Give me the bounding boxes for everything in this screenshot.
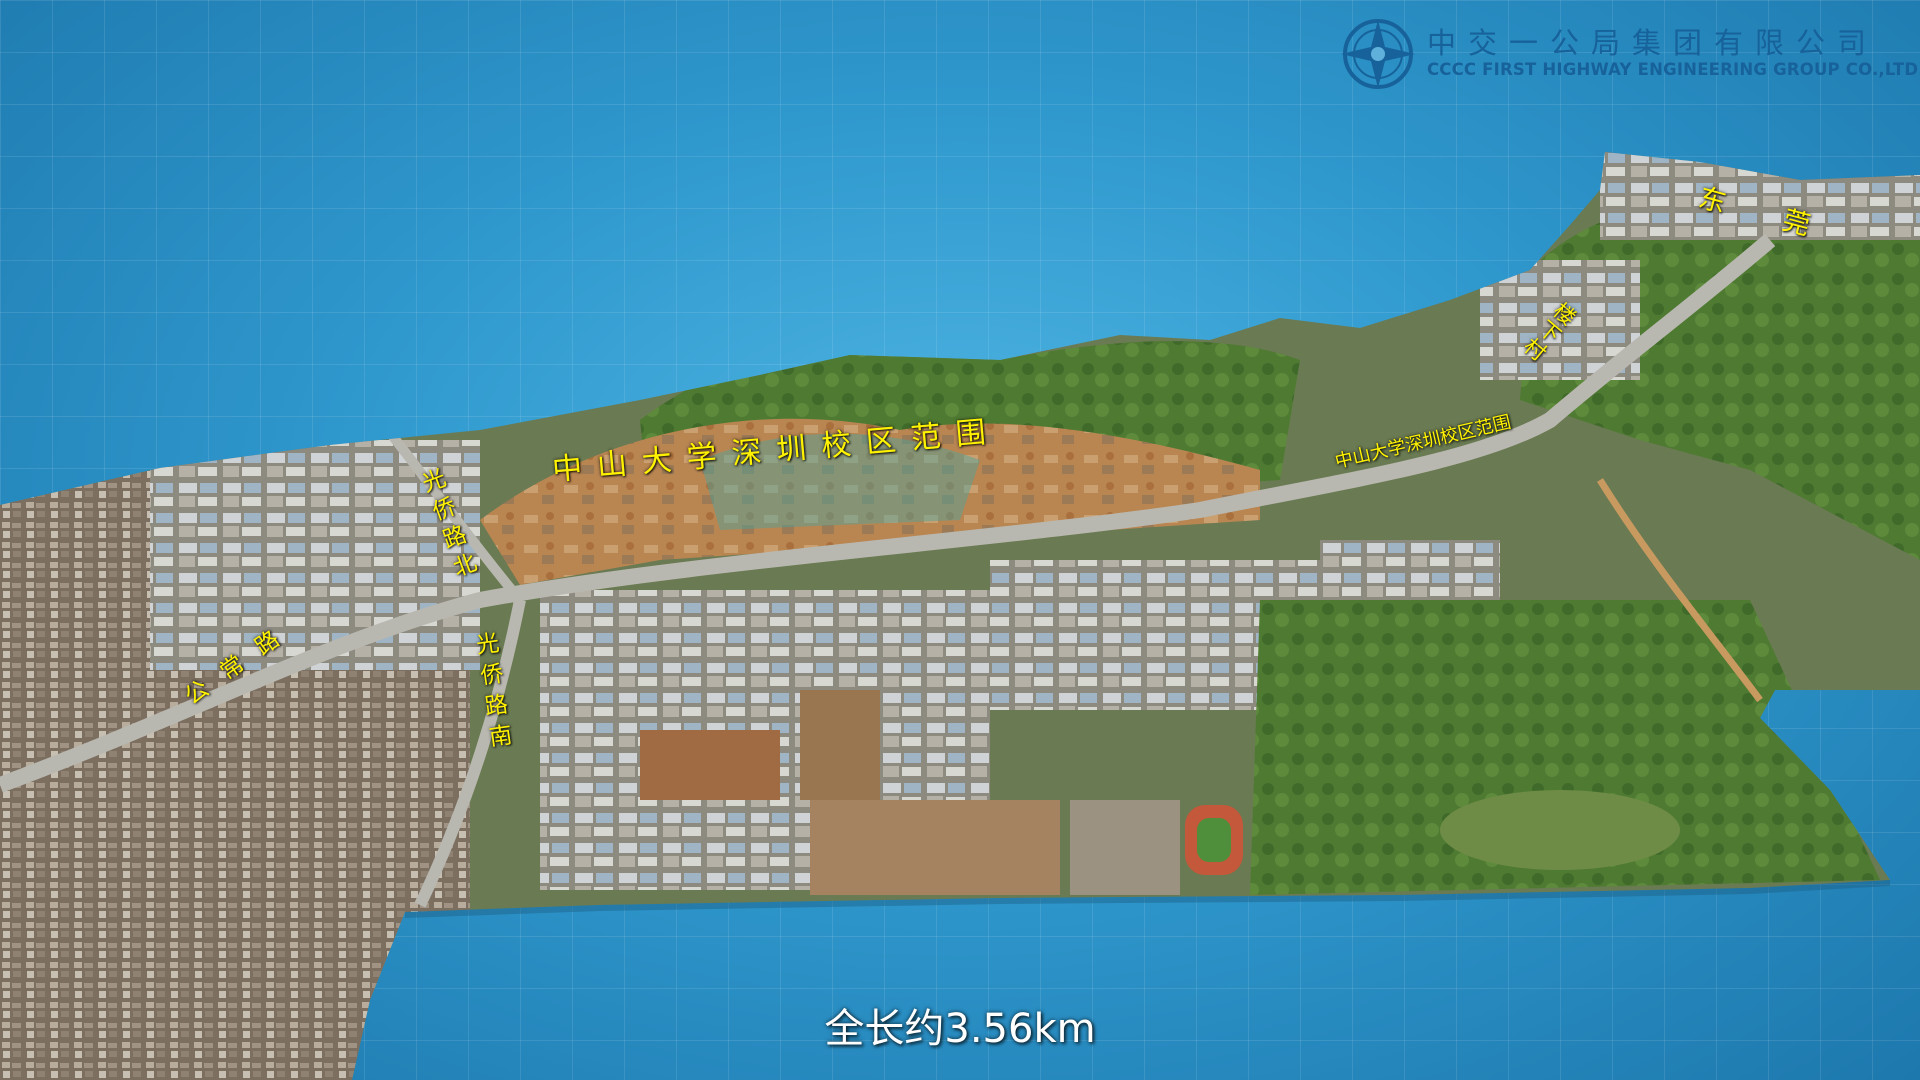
map-viewport: 中交一公局集团有限公司 CCCC FIRST HIGHWAY ENGINEERI… [0,0,1920,1080]
total-length-caption: 全长约3.56km [824,1006,1096,1052]
company-logo: 中交一公局集团有限公司 CCCC FIRST HIGHWAY ENGINEERI… [1335,14,1920,94]
cccc-logo-icon [1341,19,1415,89]
company-name-cn: 中交一公局集团有限公司 [1427,26,1879,60]
company-name-en: CCCC FIRST HIGHWAY ENGINEERING GROUP CO.… [1427,60,1920,79]
aerial-map [0,152,1920,1080]
terrain [0,152,1920,1080]
